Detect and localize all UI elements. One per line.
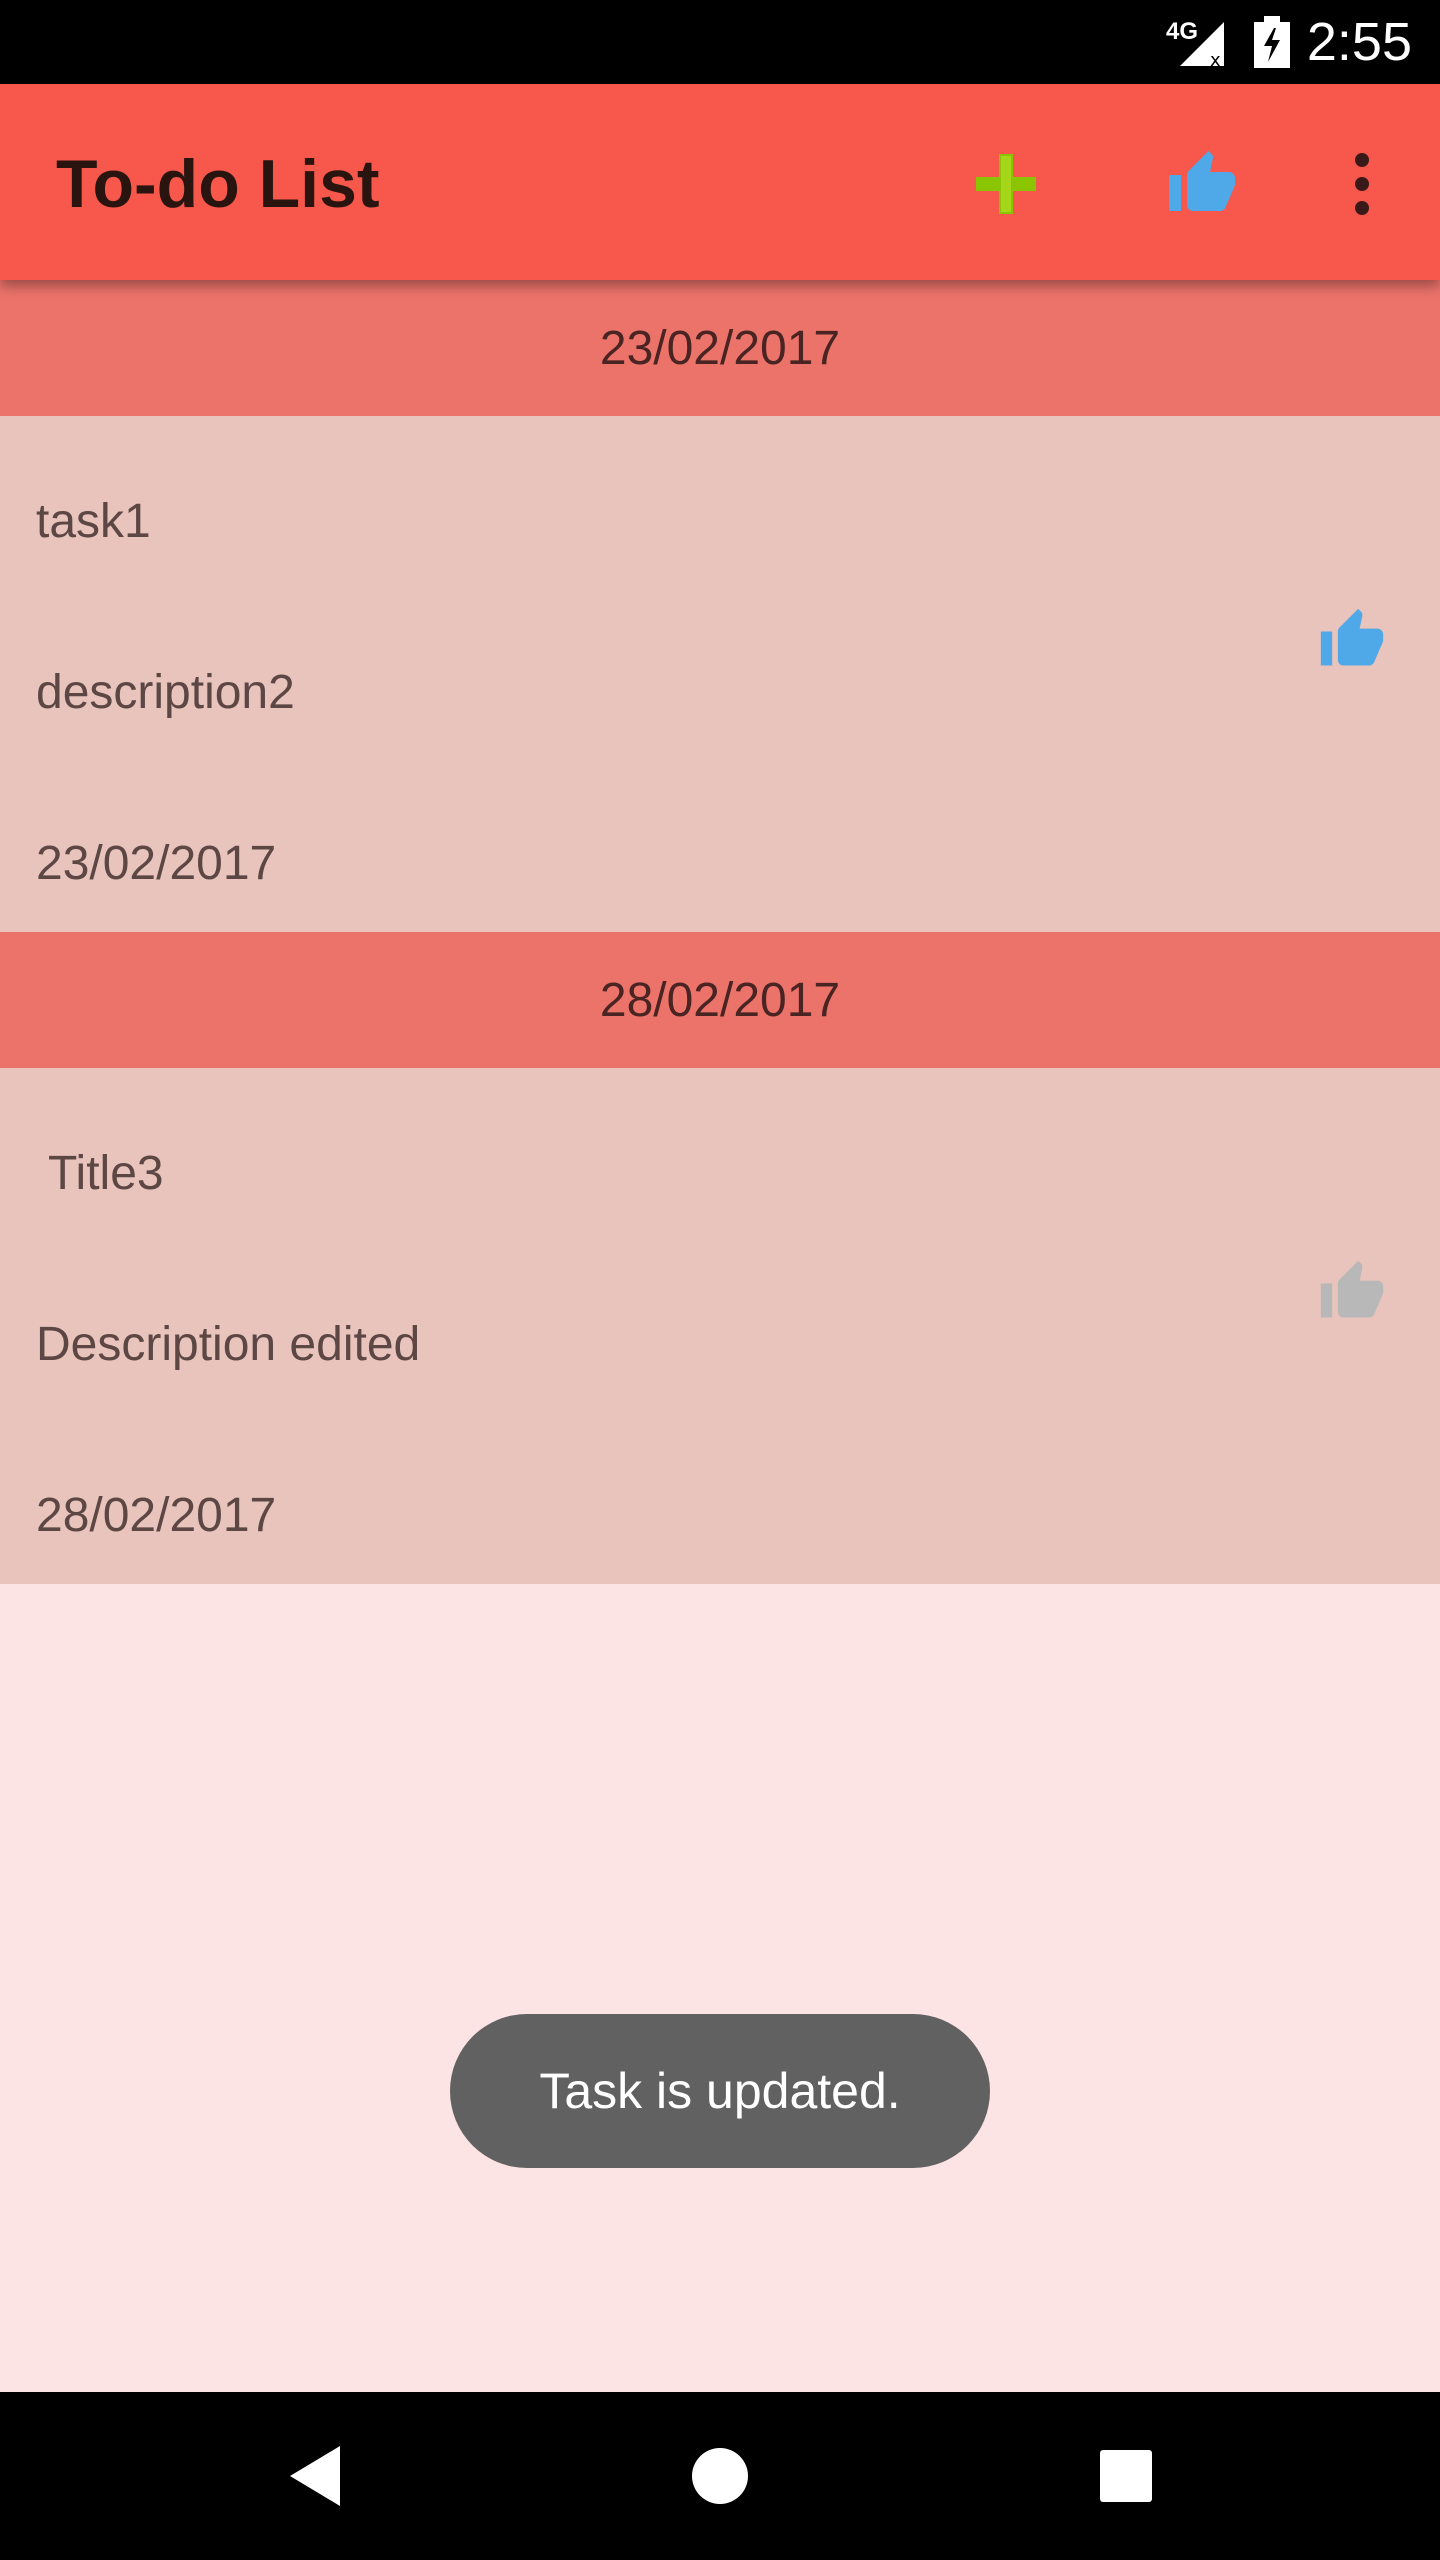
battery-charging-icon	[1254, 16, 1290, 68]
date-header: 23/02/2017	[0, 280, 1440, 416]
app-bar: To-do List	[0, 84, 1440, 280]
status-bar: 4G x 2:55	[0, 0, 1440, 84]
signal-icon: x	[1180, 22, 1224, 68]
date-header: 28/02/2017	[0, 932, 1440, 1068]
app-title: To-do List	[56, 146, 380, 222]
thumbs-up-icon[interactable]	[1318, 606, 1386, 674]
overflow-menu-button[interactable]	[1312, 132, 1412, 236]
thumbs-up-icon	[1169, 151, 1235, 211]
back-icon	[290, 2446, 340, 2506]
task-date: 28/02/2017	[36, 1489, 277, 1542]
add-icon	[976, 154, 1036, 214]
home-button[interactable]	[670, 2426, 770, 2526]
more-vert-icon	[1355, 153, 1369, 215]
recents-button[interactable]	[1076, 2426, 1176, 2526]
task-date: 23/02/2017	[36, 837, 277, 890]
task-title: task1	[36, 495, 151, 548]
task-description: description2	[36, 666, 295, 719]
toast-message: Task is updated.	[450, 2014, 990, 2168]
task-title: Title3	[48, 1147, 164, 1200]
back-button[interactable]	[266, 2426, 366, 2526]
add-task-button[interactable]	[954, 132, 1058, 236]
thumbs-up-button[interactable]	[1150, 132, 1254, 236]
task-description: Description edited	[36, 1318, 421, 1371]
home-icon	[692, 2448, 748, 2504]
thumbs-up-icon[interactable]	[1318, 1258, 1386, 1326]
recents-icon	[1100, 2450, 1152, 2502]
task-card[interactable]: Title3 Description edited 28/02/2017	[0, 1068, 1440, 1584]
task-card[interactable]: task1 description2 23/02/2017	[0, 416, 1440, 932]
clock: 2:55	[1306, 12, 1412, 72]
navigation-bar	[0, 2392, 1440, 2560]
svg-text:x: x	[1210, 50, 1221, 68]
